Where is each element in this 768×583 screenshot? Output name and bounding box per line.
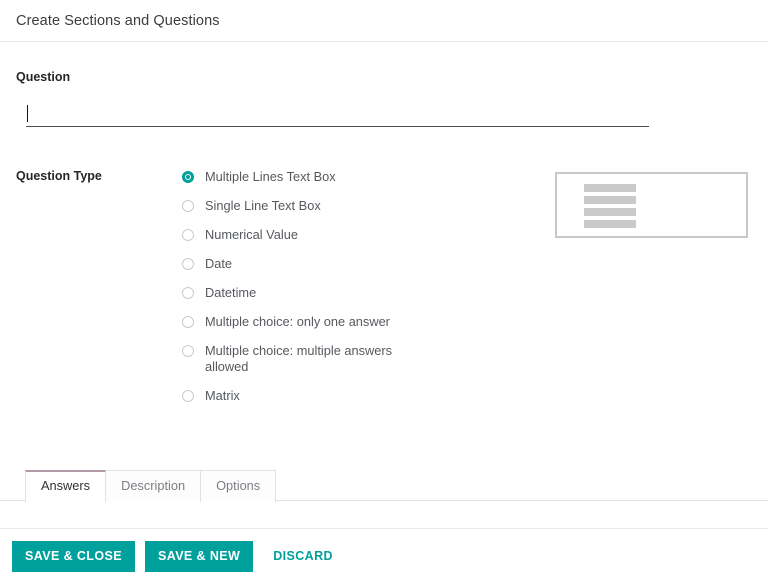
radio-option-single-line-text-box[interactable]: Single Line Text Box: [182, 198, 395, 214]
radio-option-label: Single Line Text Box: [205, 198, 321, 213]
radio-selected-icon: [182, 171, 194, 183]
preview-lines-icon: [557, 174, 746, 228]
radio-unselected-icon: [182, 390, 194, 402]
question-type-label: Question Type: [16, 169, 102, 183]
radio-option-matrix[interactable]: Matrix: [182, 388, 395, 404]
question-type-preview: [555, 172, 748, 238]
preview-line: [584, 184, 636, 192]
tab-options[interactable]: Options: [200, 470, 277, 502]
save-and-close-button[interactable]: SAVE & CLOSE: [12, 540, 135, 572]
question-input[interactable]: [26, 107, 649, 127]
discard-button[interactable]: DISCARD: [263, 541, 343, 572]
question-label: Question: [16, 70, 71, 84]
tab-answers[interactable]: Answers: [25, 470, 107, 503]
radio-option-multiple-choice-one-answer[interactable]: Multiple choice: only one answer: [182, 314, 395, 330]
dialog-header: Create Sections and Questions: [0, 0, 768, 42]
question-input-wrap: [26, 105, 649, 127]
radio-option-label: Matrix: [205, 388, 240, 403]
radio-option-label: Multiple choice: multiple answers allowe…: [205, 343, 393, 374]
radio-option-label: Date: [205, 256, 233, 271]
radio-option-label: Multiple Lines Text Box: [205, 169, 336, 184]
radio-unselected-icon: [182, 287, 194, 299]
radio-option-label: Multiple choice: only one answer: [205, 314, 390, 329]
radio-option-multiple-lines-text-box[interactable]: Multiple Lines Text Box: [182, 169, 395, 185]
question-type-row: Question Type Multiple Lines Text Box Si…: [16, 168, 752, 404]
radio-unselected-icon: [182, 345, 194, 357]
radio-option-date[interactable]: Date: [182, 256, 395, 272]
page-title: Create Sections and Questions: [16, 12, 220, 29]
tab-bar: Answers Description Options: [0, 469, 768, 503]
text-caret: [27, 105, 28, 122]
radio-unselected-icon: [182, 316, 194, 328]
question-field-row: Question: [16, 69, 752, 85]
radio-unselected-icon: [182, 258, 194, 270]
radio-option-multiple-choice-multiple-answers[interactable]: Multiple choice: multiple answers allowe…: [182, 343, 395, 375]
radio-option-numerical-value[interactable]: Numerical Value: [182, 227, 395, 243]
preview-line: [584, 208, 636, 216]
radio-option-label: Datetime: [205, 285, 257, 300]
tab-description[interactable]: Description: [105, 470, 202, 502]
radio-unselected-icon: [182, 200, 194, 212]
preview-line: [584, 220, 636, 228]
preview-line: [584, 196, 636, 204]
dialog-body: Question Question Type Multiple Lines Te…: [0, 69, 768, 555]
radio-option-label: Numerical Value: [205, 227, 298, 242]
radio-option-datetime[interactable]: Datetime: [182, 285, 395, 301]
question-type-radio-group[interactable]: Multiple Lines Text Box Single Line Text…: [182, 168, 395, 404]
dialog-footer: SAVE & CLOSE SAVE & NEW DISCARD: [0, 528, 768, 583]
save-and-new-button[interactable]: SAVE & NEW: [144, 540, 254, 572]
radio-unselected-icon: [182, 229, 194, 241]
